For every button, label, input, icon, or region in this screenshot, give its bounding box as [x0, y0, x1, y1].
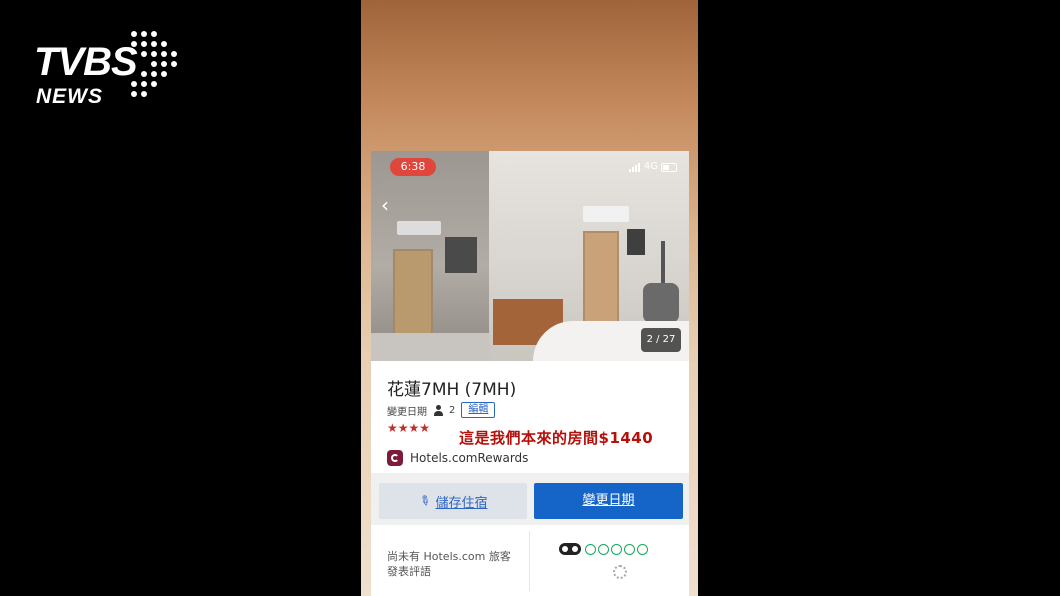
change-date-text[interactable]: 變更日期: [387, 403, 427, 418]
wall-poster: [445, 237, 477, 273]
air-conditioner: [397, 221, 441, 235]
rating-bubble: [598, 543, 609, 555]
network-label: 4G: [643, 161, 658, 172]
rewards-row: Hotels.comRewards: [387, 450, 528, 466]
rating-bubble: [624, 543, 635, 555]
wall-poster: [627, 229, 645, 255]
hotel-info-panel: 花蓮7MH (7MH) 變更日期 2 編輯 ★★★★ 這是我們本來的房間$144…: [371, 361, 689, 473]
rating-bubble: [585, 543, 596, 555]
no-reviews-text: 尚未有 Hotels.com 旅客發表評語: [387, 550, 511, 578]
battery-icon: [661, 162, 677, 172]
edit-button[interactable]: 編輯: [461, 402, 496, 418]
hotel-name: 花蓮7MH (7MH): [387, 380, 517, 400]
change-date-button[interactable]: 變更日期: [534, 483, 683, 519]
booking-meta-row: 變更日期 2 編輯: [387, 402, 496, 418]
star-rating: ★★★★: [387, 421, 430, 435]
logo-dots: [131, 31, 177, 97]
chair: [643, 283, 679, 323]
air-conditioner: [583, 206, 629, 222]
pin-icon: ✎: [415, 491, 433, 511]
save-stay-label: 儲存住宿: [435, 495, 488, 511]
action-bar: ✎ 儲存住宿 變更日期: [371, 473, 689, 525]
signal-icon: [628, 162, 641, 172]
photo-counter: 2 / 27: [641, 328, 681, 352]
hotels-rewards-icon: [387, 450, 403, 466]
phone-video-frame: 6:38 4G ‹ 2 / 27 花蓮7MH (7MH) 變更日期 2 編輯 ★…: [361, 0, 698, 596]
tripadvisor-owl-icon: [559, 543, 581, 555]
logo-main-text: TVBS: [34, 40, 138, 84]
hotel-app-screen: 6:38 4G ‹ 2 / 27 花蓮7MH (7MH) 變更日期 2 編輯 ★…: [371, 151, 689, 596]
logo-sub-text: NEWS: [36, 85, 103, 108]
star-icon: ★★★★: [387, 421, 431, 435]
video-caption: 這是我們本來的房間$1440: [459, 429, 654, 447]
tripadvisor-rating[interactable]: [559, 543, 648, 555]
loading-spinner-icon: [613, 565, 627, 579]
rewards-label: Hotels.comRewards: [410, 451, 529, 465]
rating-bubble: [611, 543, 622, 555]
tvbs-news-logo: TVBS NEWS: [32, 28, 192, 112]
guest-count: 2: [449, 404, 456, 416]
status-time: 6:38: [390, 158, 436, 176]
divider: [529, 531, 530, 591]
rating-bubble: [637, 543, 648, 555]
status-icons: 4G: [628, 160, 677, 174]
save-stay-button[interactable]: ✎ 儲存住宿: [379, 483, 527, 519]
person-icon: [433, 404, 443, 416]
hotel-photo-gallery[interactable]: 6:38 4G ‹ 2 / 27: [371, 151, 689, 361]
back-chevron-icon[interactable]: ‹: [381, 195, 389, 215]
reviews-panel: 尚未有 Hotels.com 旅客發表評語: [371, 525, 689, 596]
bed: [371, 333, 489, 361]
photo-left-pane: [371, 151, 489, 361]
